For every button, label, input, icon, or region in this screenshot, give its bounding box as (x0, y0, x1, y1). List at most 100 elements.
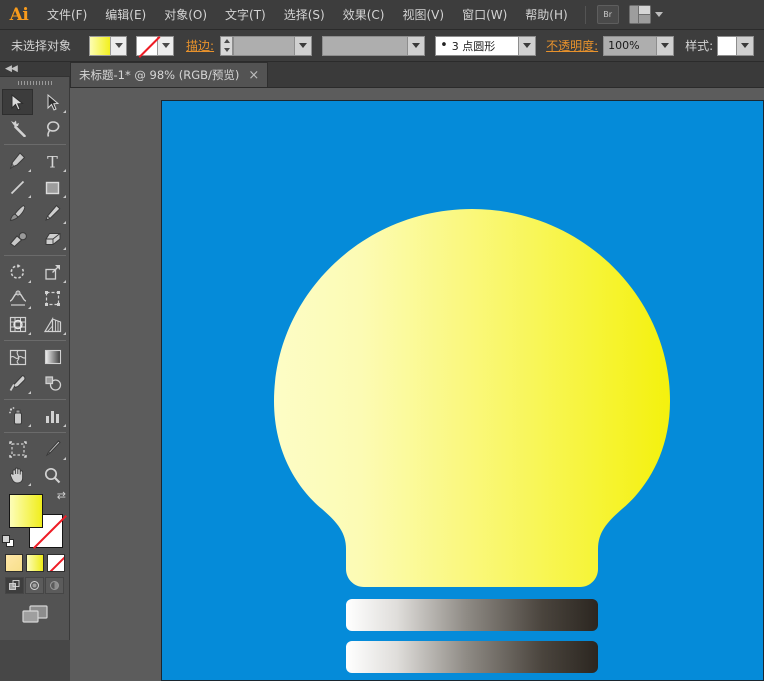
perspective-grid-tool[interactable] (37, 311, 68, 337)
menu-view[interactable]: 视图(V) (393, 0, 453, 30)
illustrator-window: Ai 文件(F) 编辑(E) 对象(O) 文字(T) 选择(S) 效果(C) 视… (0, 0, 764, 681)
pen-tool[interactable] (2, 148, 33, 174)
tools-divider-1 (4, 144, 66, 145)
opacity-label[interactable]: 不透明度: (546, 37, 598, 54)
stroke-profile-control[interactable] (322, 35, 426, 56)
rectangle-tool[interactable] (37, 174, 68, 200)
brush-control[interactable]: • 3 点圆形 (435, 35, 537, 56)
menu-file[interactable]: 文件(F) (38, 0, 96, 30)
slice-tool[interactable] (37, 436, 68, 462)
menu-edit[interactable]: 编辑(E) (96, 0, 155, 30)
brush-dropdown-arrow[interactable] (519, 35, 537, 56)
fill-dropdown-arrow[interactable] (111, 35, 128, 56)
app-logo: Ai (9, 4, 29, 25)
stroke-swatch[interactable] (136, 35, 159, 56)
menu-select[interactable]: 选择(S) (275, 0, 334, 30)
base-band-2 (346, 641, 598, 673)
magic-wand-tool[interactable] (2, 115, 33, 141)
eraser-tool[interactable] (37, 226, 68, 252)
artboard-tool[interactable] (2, 436, 33, 462)
style-dropdown-arrow[interactable] (737, 35, 755, 56)
line-segment-tool[interactable] (2, 174, 33, 200)
menu-object[interactable]: 对象(O) (155, 0, 216, 30)
rotate-tool[interactable] (2, 259, 33, 285)
column-graph-tool[interactable] (37, 403, 68, 429)
blend-tool[interactable] (37, 370, 68, 396)
collapse-arrows-icon[interactable]: ◀◀ (5, 64, 18, 74)
scale-tool[interactable] (37, 259, 68, 285)
free-transform-tool[interactable] (37, 285, 68, 311)
workspace-switcher-button[interactable] (628, 5, 663, 24)
shape-builder-tool[interactable] (2, 311, 33, 337)
stroke-dropdown-arrow[interactable] (158, 35, 175, 56)
brush-value: • 3 点圆形 (435, 35, 520, 56)
menu-bar: Ai 文件(F) 编辑(E) 对象(O) 文字(T) 选择(S) 效果(C) 视… (0, 0, 764, 30)
stroke-weight-stepper[interactable] (220, 35, 234, 56)
stroke-weight-input[interactable] (233, 35, 296, 56)
direct-selection-tool[interactable] (37, 89, 68, 115)
menu-window[interactable]: 窗口(W) (453, 0, 516, 30)
style-swatch[interactable] (717, 35, 738, 56)
document-tab-bar: 未标题-1* @ 98% (RGB/预览) × (70, 62, 764, 88)
eyedropper-tool[interactable] (2, 370, 33, 396)
selection-status: 未选择对象 (11, 39, 72, 53)
color-mode-button[interactable] (4, 554, 23, 572)
draw-behind-button[interactable] (25, 577, 44, 594)
base-band-1 (346, 599, 598, 631)
paintbrush-tool[interactable] (2, 200, 33, 226)
default-fill-stroke-icon[interactable] (2, 535, 15, 548)
pencil-tool[interactable] (37, 200, 68, 226)
mesh-tool[interactable] (2, 344, 33, 370)
hand-tool[interactable] (2, 462, 33, 488)
symbol-sprayer-tool[interactable] (2, 403, 33, 429)
opacity-dropdown-arrow[interactable] (657, 35, 675, 56)
selection-tool[interactable] (2, 89, 33, 115)
none-mode-button[interactable] (46, 554, 65, 572)
gradient-tool[interactable] (37, 344, 68, 370)
document-tab-title: 未标题-1* @ 98% (RGB/预览) (79, 68, 240, 82)
stroke-color-control[interactable] (136, 35, 175, 56)
style-label: 样式: (685, 39, 714, 53)
width-tool[interactable] (2, 285, 33, 311)
menu-type[interactable]: 文字(T) (216, 0, 275, 30)
control-bar: 未选择对象 描边: • 3 点圆形 不透明度: 100% 样式: (0, 30, 764, 62)
canvas-area[interactable] (70, 88, 764, 681)
draw-normal-button[interactable] (5, 577, 24, 594)
fill-indicator-swatch[interactable] (9, 494, 43, 528)
document-tab[interactable]: 未标题-1* @ 98% (RGB/预览) × (70, 62, 269, 87)
bridge-icon[interactable]: Br (596, 5, 619, 24)
tools-divider-5 (4, 432, 66, 433)
lightbulb-illustration[interactable] (162, 101, 763, 680)
type-tool[interactable]: T (37, 148, 68, 174)
fill-color-control[interactable] (89, 35, 128, 56)
stroke-label[interactable]: 描边: (186, 37, 214, 54)
opacity-control[interactable]: 100% (603, 35, 675, 56)
style-control[interactable] (717, 35, 755, 56)
stroke-profile-input[interactable] (322, 35, 409, 56)
brush-label: 3 点圆形 (451, 39, 496, 53)
zoom-tool[interactable] (37, 462, 68, 488)
stroke-weight-control[interactable] (220, 35, 313, 56)
close-icon[interactable]: × (248, 69, 259, 82)
tools-panel: T ⇄ (0, 77, 70, 640)
menu-divider (584, 5, 586, 24)
opacity-input[interactable]: 100% (603, 35, 658, 56)
workspace-switcher-icon (628, 5, 651, 24)
draw-inside-button[interactable] (45, 577, 64, 594)
tools-grid: T (0, 89, 70, 488)
fill-swatch[interactable] (89, 35, 112, 56)
menu-effect[interactable]: 效果(C) (334, 0, 394, 30)
gradient-mode-button[interactable] (25, 554, 44, 572)
stroke-weight-dropdown-arrow[interactable] (295, 35, 313, 56)
menu-help[interactable]: 帮助(H) (516, 0, 576, 30)
brush-dot-icon: • (440, 38, 448, 53)
change-screen-mode-button[interactable] (21, 604, 49, 629)
panel-collapse-bar[interactable]: ◀◀ (0, 62, 70, 77)
blob-brush-tool[interactable] (2, 226, 33, 252)
stroke-profile-dropdown-arrow[interactable] (408, 35, 426, 56)
tools-panel-grip[interactable] (0, 77, 70, 89)
fill-stroke-indicator: ⇄ (0, 490, 70, 552)
lasso-tool[interactable] (37, 115, 68, 141)
artboard[interactable] (161, 100, 764, 681)
swap-arrows-icon[interactable]: ⇄ (57, 490, 66, 501)
